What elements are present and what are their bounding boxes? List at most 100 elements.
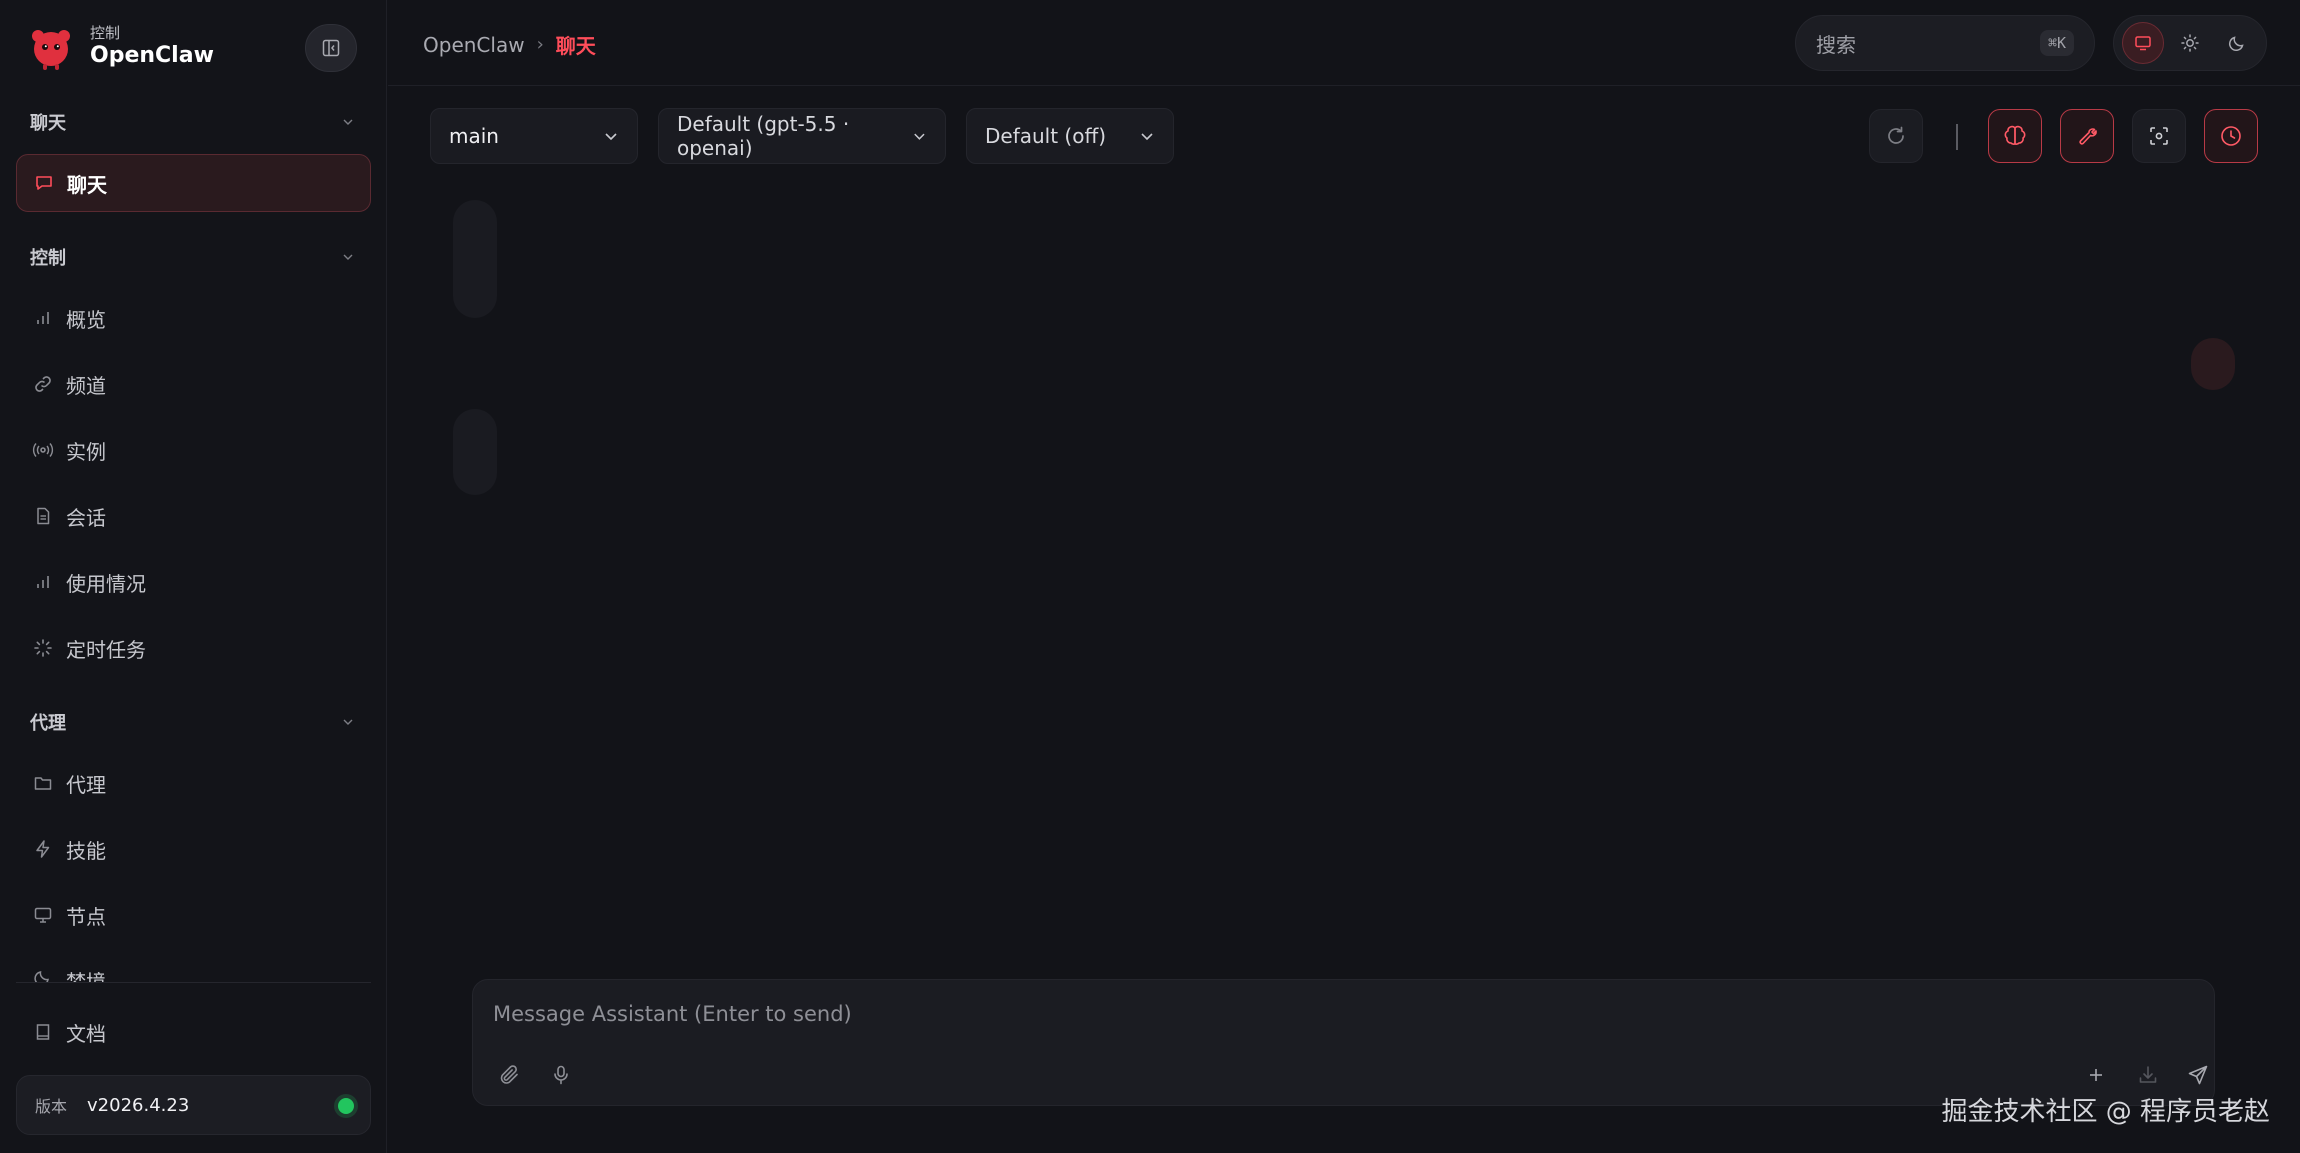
theme-dark-button[interactable] [2216, 22, 2258, 64]
section-label: 代理 [30, 713, 66, 734]
refresh-icon [1888, 126, 1904, 144]
breadcrumb-current: 聊天 [555, 34, 596, 58]
focus-mode-button[interactable] [2132, 109, 2186, 163]
bar-chart-icon [32, 571, 54, 593]
chevron-down-icon [914, 133, 925, 140]
send-icon[interactable] [2181, 1058, 2215, 1092]
sidebar-item-nodes[interactable]: 节点 [16, 886, 371, 944]
section-agents-header[interactable]: 代理 [30, 707, 355, 737]
breadcrumb-root[interactable]: OpenClaw [423, 33, 525, 57]
sidebar-item-skills[interactable]: 技能 [16, 820, 371, 878]
sidebar-item-chat[interactable]: 聊天 [16, 154, 371, 212]
wrench-icon [2079, 128, 2097, 145]
zap-icon [32, 838, 54, 860]
status-dot [338, 1098, 354, 1114]
sidebar-divider [16, 982, 371, 983]
section-control-header[interactable]: 控制 [30, 242, 355, 272]
message-input[interactable]: Message Assistant (Enter to send) [493, 1002, 852, 1026]
sidebar-collapse-button[interactable] [305, 24, 357, 72]
chevron-down-icon [343, 119, 353, 125]
sidebar-item-label: 文档 [66, 1021, 106, 1046]
theme-switcher [2113, 15, 2267, 71]
sidebar-item-sessions[interactable]: 会话 [16, 487, 371, 545]
sun-icon [2181, 34, 2199, 52]
sidebar-item-dreams[interactable]: 梦境 [16, 954, 371, 982]
theme-light-button[interactable] [2169, 22, 2211, 64]
panel-left-icon [322, 39, 340, 57]
paperclip-icon[interactable] [493, 1058, 527, 1092]
search-input[interactable]: 搜索 ⌘K [1795, 15, 2095, 71]
session-select[interactable]: main [430, 108, 638, 164]
session-select-value: main [449, 124, 499, 148]
sidebar: 控制 OpenClaw 聊天 聊天 控制 概览 频道 实例 会话 使用情况 定时… [0, 0, 387, 1153]
chevron-down-icon [1141, 133, 1153, 141]
refresh-button[interactable] [1869, 109, 1923, 163]
model-select-value: Default (gpt-5.5 · openai) [677, 112, 850, 160]
chevron-down-icon [605, 133, 617, 141]
watermark: 掘金技术社区 @ 程序员老赵 [1941, 1097, 2270, 1127]
sidebar-item-label: 节点 [66, 904, 106, 929]
thinking-select[interactable]: Default (off) [966, 108, 1174, 164]
mic-icon[interactable] [544, 1058, 578, 1092]
breadcrumb-separator: › [536, 34, 544, 55]
brand-subtitle: 控制 [90, 24, 121, 42]
message-skeleton [453, 200, 497, 318]
sidebar-item-label: 频道 [66, 373, 106, 398]
section-chat-header[interactable]: 聊天 [30, 107, 355, 137]
brain-icon [2004, 125, 2026, 145]
search-placeholder: 搜索 [1816, 32, 1856, 57]
moon-icon [2228, 36, 2244, 52]
sidebar-item-label: 会话 [66, 505, 106, 530]
version-value: v2026.4.23 [87, 1094, 190, 1116]
sidebar-item-overview[interactable]: 概览 [16, 289, 371, 347]
search-shortcut: ⌘K [2039, 30, 2074, 56]
focus-icon [2150, 127, 2168, 145]
brand-name: OpenClaw [90, 43, 214, 68]
sidebar-item-label: 聊天 [67, 172, 107, 197]
clock-icon [2221, 126, 2241, 146]
sidebar-item-instances[interactable]: 实例 [16, 421, 371, 479]
monitor-icon [32, 904, 54, 926]
version-label: 版本 [35, 1097, 68, 1116]
moon-icon [32, 966, 54, 982]
app-window: 控制 OpenClaw 聊天 聊天 控制 概览 频道 实例 会话 使用情况 定时… [0, 0, 2300, 1153]
tools-button[interactable] [2060, 109, 2114, 163]
radio-icon [32, 439, 54, 461]
sidebar-item-label: 梦境 [66, 970, 106, 982]
download-icon[interactable] [2131, 1058, 2165, 1092]
sidebar-item-label: 使用情况 [66, 571, 146, 596]
history-button[interactable] [2204, 109, 2258, 163]
monitor-icon [2135, 36, 2152, 51]
breadcrumb: OpenClaw › 聊天 [423, 30, 596, 59]
openclaw-logo-icon [26, 22, 76, 72]
message-square-icon [33, 172, 55, 194]
sidebar-item-agents[interactable]: 代理 [16, 754, 371, 812]
sidebar-item-label: 定时任务 [66, 637, 146, 662]
thinking-select-value: Default (off) [985, 124, 1107, 148]
version-card: 版本 v2026.4.23 [16, 1075, 371, 1135]
sidebar-item-label: 概览 [66, 307, 106, 332]
message-composer[interactable]: Message Assistant (Enter to send) [472, 979, 2215, 1106]
sidebar-item-docs[interactable]: 文档 [16, 1003, 371, 1061]
section-label: 控制 [30, 248, 66, 269]
chevron-down-icon [343, 719, 353, 725]
bar-chart-icon [32, 307, 54, 329]
brand: 控制 OpenClaw [26, 22, 214, 72]
thinking-toggle-button[interactable] [1988, 109, 2042, 163]
plus-icon[interactable] [2079, 1058, 2113, 1092]
theme-system-button[interactable] [2122, 22, 2165, 64]
sidebar-item-usage[interactable]: 使用情况 [16, 553, 371, 611]
model-select[interactable]: Default (gpt-5.5 · openai) [658, 108, 946, 164]
chevron-down-icon [343, 254, 353, 260]
sidebar-item-channels[interactable]: 频道 [16, 355, 371, 413]
link-icon [32, 373, 54, 395]
sidebar-item-label: 实例 [66, 439, 106, 464]
sidebar-item-cron[interactable]: 定时任务 [16, 619, 371, 677]
topbar: OpenClaw › 聊天 搜索 ⌘K [388, 0, 2300, 86]
section-label: 聊天 [30, 113, 66, 134]
message-skeleton [453, 409, 497, 495]
loader-icon [32, 637, 54, 659]
folder-icon [32, 772, 54, 794]
book-icon [32, 1021, 54, 1043]
toolbar-divider [1956, 124, 1958, 150]
